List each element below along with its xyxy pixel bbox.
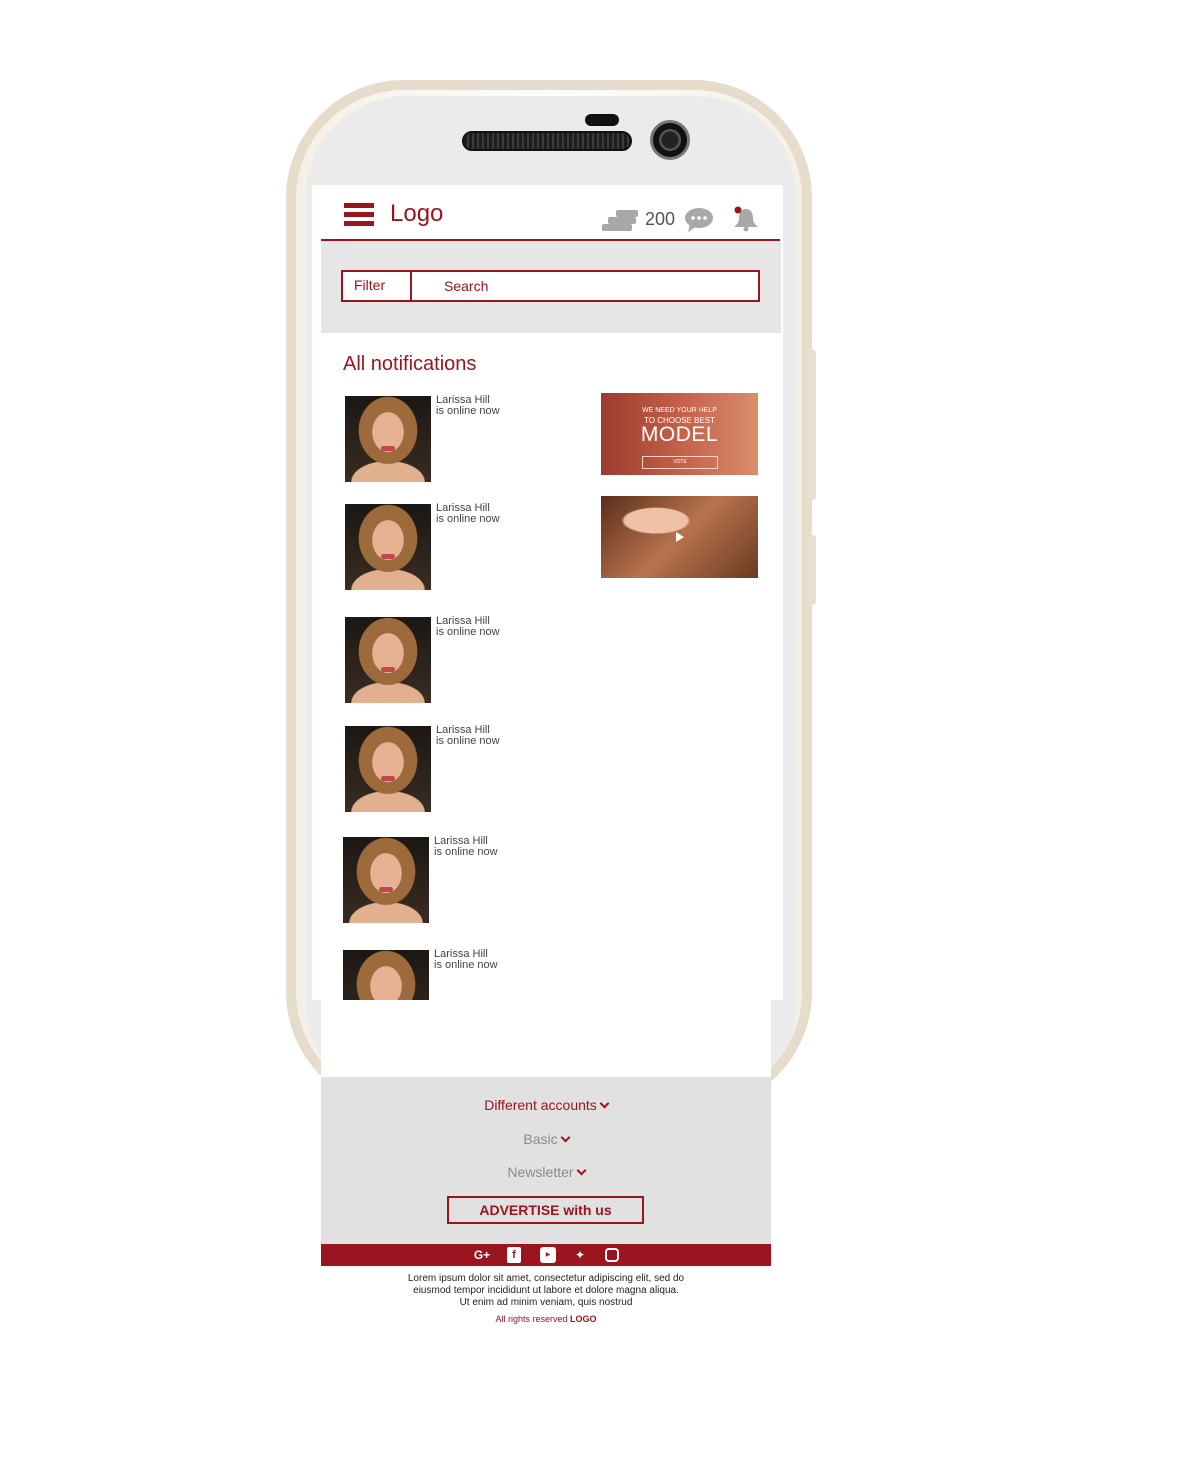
search-bar: Filter xyxy=(341,270,760,302)
bell-icon[interactable] xyxy=(732,206,760,232)
earpiece-speaker xyxy=(462,131,632,151)
notification-status: is online now xyxy=(436,626,500,638)
play-icon[interactable] xyxy=(676,532,684,542)
avatar[interactable] xyxy=(345,504,431,590)
footer-link-label[interactable]: Different accounts xyxy=(484,1097,597,1113)
footer-link-label[interactable]: Basic xyxy=(523,1131,557,1147)
side-button xyxy=(808,535,816,605)
footer-link-basic[interactable]: Basic xyxy=(321,1131,771,1147)
footer-link-newsletter[interactable]: Newsletter xyxy=(321,1164,771,1180)
copyright: All rights reserved LOGO xyxy=(321,1314,771,1324)
content-bottom xyxy=(321,1000,771,1077)
advertise-button[interactable]: ADVERTISE with us xyxy=(447,1196,644,1224)
notifications-title: All notifications xyxy=(343,353,477,375)
proximity-sensor xyxy=(585,114,619,126)
filter-button[interactable]: Filter xyxy=(343,272,412,300)
notification-status: is online now xyxy=(434,846,498,858)
copyright-logo[interactable]: LOGO xyxy=(570,1314,597,1324)
footer-text-line: Lorem ipsum dolor sit amet, consectetur … xyxy=(407,1273,685,1284)
hamburger-menu-icon[interactable] xyxy=(344,203,374,227)
chevron-down-icon xyxy=(560,1132,571,1143)
logo[interactable]: Logo xyxy=(390,200,443,228)
notification-item[interactable]: Larissa Hill is online now xyxy=(345,395,525,488)
avatar[interactable] xyxy=(345,396,431,482)
footer-text-line: Ut enim ad minim veniam, quis nostrud xyxy=(459,1297,633,1308)
banner-headline: MODEL xyxy=(640,423,719,446)
side-button xyxy=(808,350,816,500)
footer-link-label[interactable]: Newsletter xyxy=(507,1164,573,1180)
notification-status: is online now xyxy=(436,735,500,747)
notification-item[interactable]: Larissa Hill is online now xyxy=(345,616,525,709)
notification-item[interactable]: Larissa Hill is online now xyxy=(343,836,523,929)
notification-item[interactable]: Larissa Hill is online now xyxy=(345,503,525,596)
avatar[interactable] xyxy=(345,617,431,703)
page: Logo 200 Filter All notifications Lariss… xyxy=(0,0,1181,1462)
footer-text-line: eiusmod tempor incididunt ut labore et d… xyxy=(413,1285,679,1296)
notification-item[interactable]: Larissa Hill is online now xyxy=(345,725,525,818)
banner-line1: WE NEED YOUR HELP xyxy=(642,407,717,414)
notification-status: is online now xyxy=(434,959,498,971)
front-camera xyxy=(650,120,690,160)
coins-icon[interactable] xyxy=(602,208,638,232)
notification-status: is online now xyxy=(436,513,500,525)
chevron-down-icon xyxy=(576,1165,587,1176)
coin-count: 200 xyxy=(645,209,676,229)
chat-icon[interactable] xyxy=(684,207,714,233)
avatar[interactable] xyxy=(343,837,429,923)
google-plus-icon[interactable]: G+ xyxy=(471,1247,493,1263)
social-bar: G+ f ▶ ✦ xyxy=(321,1244,771,1266)
notification-status: is online now xyxy=(436,405,500,417)
notification-badge xyxy=(734,206,742,214)
vote-banner[interactable]: WE NEED YOUR HELP TO CHOOSE BEST MODEL V… xyxy=(601,393,758,475)
instagram-icon[interactable] xyxy=(605,1248,619,1262)
youtube-icon[interactable]: ▶ xyxy=(540,1247,556,1263)
facebook-icon[interactable]: f xyxy=(507,1247,521,1263)
copyright-text: All rights reserved xyxy=(495,1314,568,1324)
avatar[interactable] xyxy=(345,726,431,812)
twitter-icon[interactable]: ✦ xyxy=(572,1247,588,1263)
footer-description: Lorem ipsum dolor sit amet, consectetur … xyxy=(321,1273,771,1309)
search-input[interactable] xyxy=(412,272,758,300)
vote-button[interactable]: VOTE xyxy=(642,456,718,469)
chevron-down-icon xyxy=(599,1098,610,1109)
footer-link-accounts[interactable]: Different accounts xyxy=(321,1097,771,1113)
